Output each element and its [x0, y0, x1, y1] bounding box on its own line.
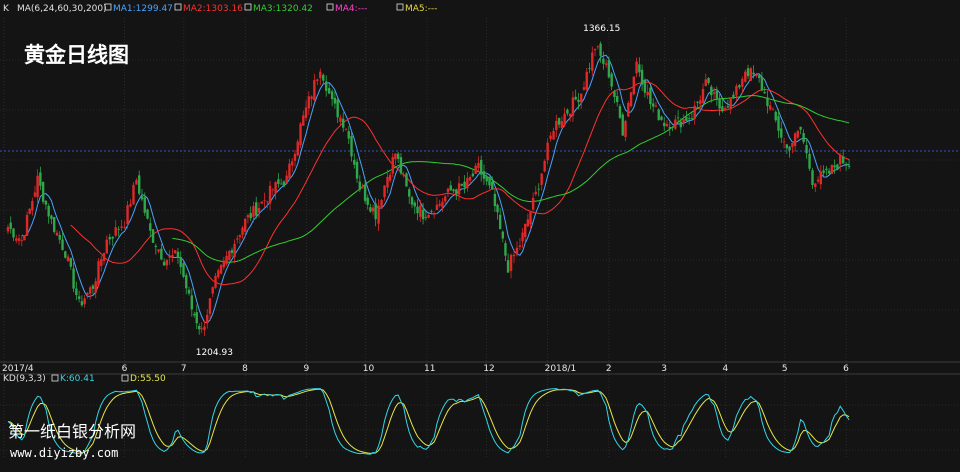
candle [296, 139, 299, 157]
candle [627, 100, 630, 118]
candle [543, 159, 546, 173]
kd-indicator-bar: KD(9,3,3) K:60.41 D:55.50 [3, 374, 166, 384]
candle [830, 164, 834, 175]
candle [28, 207, 31, 215]
candle [25, 211, 29, 236]
candle [621, 112, 624, 136]
ma-legend-label: MA2:1303.16 [183, 4, 243, 14]
x-tick-label: 12 [483, 364, 494, 374]
candle [657, 108, 660, 121]
candle [64, 250, 67, 259]
x-tick-label: 2 [606, 364, 612, 374]
x-tick-label: 7 [181, 364, 187, 374]
gold-daily-chart: K MA(6,24,60,30,200) MA1:1299.47 MA2:1303… [0, 0, 960, 472]
x-tick-label: 2018/1 [545, 364, 577, 374]
x-tick-label: 2017/4 [2, 364, 34, 374]
candle [53, 216, 56, 234]
candle [132, 181, 135, 206]
ma-params-label: MA(6,24,60,30,200) [17, 4, 107, 14]
candle [299, 122, 302, 149]
candle [23, 235, 26, 241]
chart-canvas: K MA(6,24,60,30,200) MA1:1299.47 MA2:1303… [0, 0, 960, 472]
kd-legend-label: D:55.50 [130, 374, 166, 384]
kd-params-label: KD(9,3,3) [3, 374, 46, 384]
candle [836, 163, 839, 170]
ma-legend-label: MA1:1299.47 [113, 4, 173, 14]
ma-legend-item: MA1:1299.47 [104, 3, 173, 14]
candle [151, 229, 155, 243]
chart-title: 黄金日线图 [24, 43, 129, 67]
candle [146, 208, 149, 220]
candle [228, 249, 231, 261]
candle [41, 181, 45, 205]
x-tick-label: 6 [122, 364, 128, 374]
kd-legend-label: K:60.41 [60, 374, 95, 384]
ma-legend-label: MA5:--- [405, 4, 437, 14]
x-tick-label: 3 [661, 364, 667, 374]
x-tick-label: 8 [242, 364, 248, 374]
watermark-cn: 第一纸白银分析网 [8, 422, 136, 441]
candle [618, 104, 622, 120]
candle [405, 172, 408, 187]
candle [632, 76, 636, 96]
x-tick-label: 10 [363, 364, 375, 374]
x-tick-label: 9 [303, 364, 309, 374]
low-annotation: 1204.93 [196, 348, 233, 358]
high-annotation: 1366.15 [583, 24, 620, 34]
candle [219, 264, 223, 275]
ma-legend-label: MA4:--- [335, 4, 367, 14]
candle [182, 261, 185, 279]
watermark-url: www.diyizby.com [10, 446, 118, 460]
candle [380, 198, 383, 209]
x-tick-label: 6 [843, 364, 849, 374]
x-tick-label: 4 [723, 364, 729, 374]
candle [629, 91, 633, 108]
ma-legend-item: MA2:1303.16 [174, 3, 243, 14]
candle [749, 66, 753, 82]
ma-legend-label: MA3:1320.42 [253, 4, 313, 14]
ma-legend-item: MA3:1320.42 [244, 3, 313, 14]
x-tick-label: 5 [782, 364, 788, 374]
x-tick-label: 11 [424, 364, 435, 374]
candle [97, 258, 100, 288]
